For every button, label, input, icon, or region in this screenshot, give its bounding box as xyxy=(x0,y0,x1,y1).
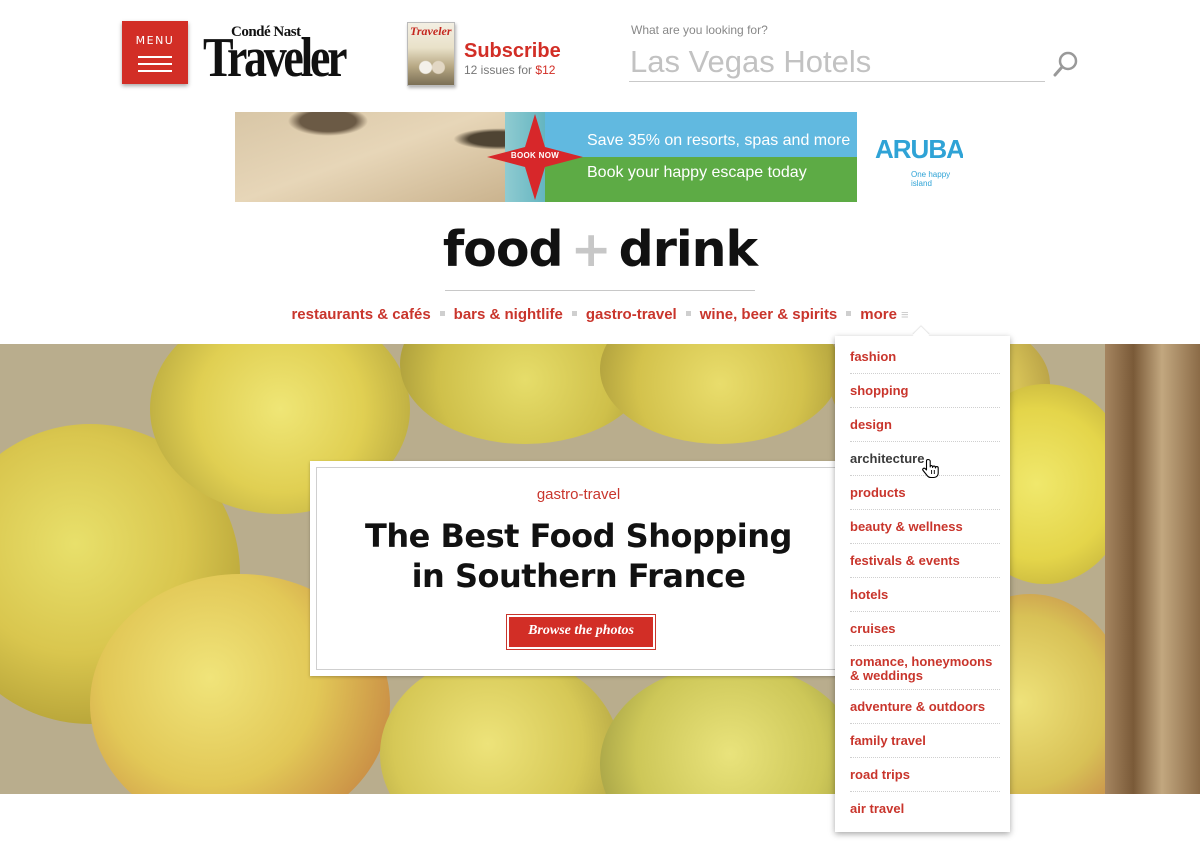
featured-story-card[interactable]: gastro-travel The Best Food Shopping in … xyxy=(310,461,847,676)
search-icon[interactable] xyxy=(1052,50,1080,78)
search-label: What are you looking for? xyxy=(631,23,768,37)
subnav-more[interactable]: more ≡ xyxy=(860,306,908,323)
subscribe-link[interactable]: Subscribe 12 issues for $12 xyxy=(464,40,561,77)
subnav-separator xyxy=(685,311,691,317)
subscribe-offer: 12 issues for $12 xyxy=(464,63,561,77)
page-title-left: food xyxy=(442,221,564,278)
subnav-separator xyxy=(846,311,852,317)
search-input[interactable] xyxy=(629,42,1045,82)
logo-main-text: Traveler xyxy=(203,27,347,89)
dropdown-item-beauty-wellness[interactable]: beauty & wellness xyxy=(850,510,1000,544)
page-title-plus: + xyxy=(570,221,612,278)
ad-book-now: BOOK NOW xyxy=(510,151,560,160)
ad-headline: Save 35% on resorts, spas and more xyxy=(587,132,851,149)
dropdown-item-hotels[interactable]: hotels xyxy=(850,578,1000,612)
featured-story-category[interactable]: gastro-travel xyxy=(310,486,847,503)
ad-subline: Book your happy escape today xyxy=(587,164,807,181)
subnav-separator xyxy=(571,311,577,317)
subnav-gastro-travel[interactable]: gastro-travel xyxy=(586,306,677,323)
dropdown-item-romance-honeymoons-weddings[interactable]: romance, honeymoons & weddings xyxy=(850,646,1000,690)
page-title-right: drink xyxy=(618,221,759,278)
more-dropdown-menu: fashion shopping design architecture pro… xyxy=(835,326,1010,832)
featured-story-title-line-2: in Southern France xyxy=(411,557,746,595)
magazine-cover-title: Traveler xyxy=(410,24,452,38)
title-divider xyxy=(445,290,755,291)
dropdown-item-adventure-outdoors[interactable]: adventure & outdoors xyxy=(850,690,1000,724)
browse-photos-button[interactable]: Browse the photos xyxy=(506,614,656,650)
section-subnav: restaurants & cafés bars & nightlife gastr… xyxy=(0,306,1200,330)
browse-photos-label: Browse the photos xyxy=(509,617,653,647)
hand-pointer-icon xyxy=(922,458,939,479)
dropdown-item-design[interactable]: design xyxy=(850,408,1000,442)
subnav-bars-nightlife[interactable]: bars & nightlife xyxy=(454,306,563,323)
dropdown-item-fashion[interactable]: fashion xyxy=(850,340,1000,374)
subscribe-price: $12 xyxy=(535,63,556,77)
dropdown-item-road-trips[interactable]: road trips xyxy=(850,758,1000,792)
menu-label: MENU xyxy=(135,34,175,47)
site-logo[interactable]: Condé Nast Traveler xyxy=(203,24,353,89)
dropdown-item-shopping[interactable]: shopping xyxy=(850,374,1000,408)
dropdown-item-products[interactable]: products xyxy=(850,476,1000,510)
subnav-separator xyxy=(439,311,445,317)
featured-story-title[interactable]: The Best Food Shopping in Southern Franc… xyxy=(310,516,847,596)
list-icon: ≡ xyxy=(900,307,909,322)
dropdown-item-family-travel[interactable]: family travel xyxy=(850,724,1000,758)
magazine-cover-photo xyxy=(416,57,448,83)
aruba-ad-banner[interactable]: BOOK NOW Save 35% on resorts, spas and m… xyxy=(235,112,963,202)
hero-crate xyxy=(1105,344,1200,794)
hamburger-icon xyxy=(138,56,172,72)
page-title: food + drink xyxy=(0,220,1200,280)
subscribe-title: Subscribe xyxy=(464,40,561,62)
subnav-restaurants-cafes[interactable]: restaurants & cafés xyxy=(291,306,430,323)
ad-tagline: One happy island xyxy=(911,170,951,188)
subnav-more-label: more xyxy=(860,306,897,323)
subnav-wine-beer-spirits[interactable]: wine, beer & spirits xyxy=(700,306,838,323)
featured-story-title-line-1: The Best Food Shopping xyxy=(365,517,792,555)
ad-brand-logo: ARUBA xyxy=(875,134,963,164)
magazine-cover-image[interactable]: Traveler xyxy=(407,22,455,86)
dropdown-item-cruises[interactable]: cruises xyxy=(850,612,1000,646)
menu-button[interactable]: MENU xyxy=(122,21,188,84)
dropdown-item-air-travel[interactable]: air travel xyxy=(850,792,1000,825)
dropdown-list: fashion shopping design architecture pro… xyxy=(850,340,1000,825)
subscribe-offer-text: 12 issues for xyxy=(464,63,533,77)
dropdown-item-festivals-events[interactable]: festivals & events xyxy=(850,544,1000,578)
